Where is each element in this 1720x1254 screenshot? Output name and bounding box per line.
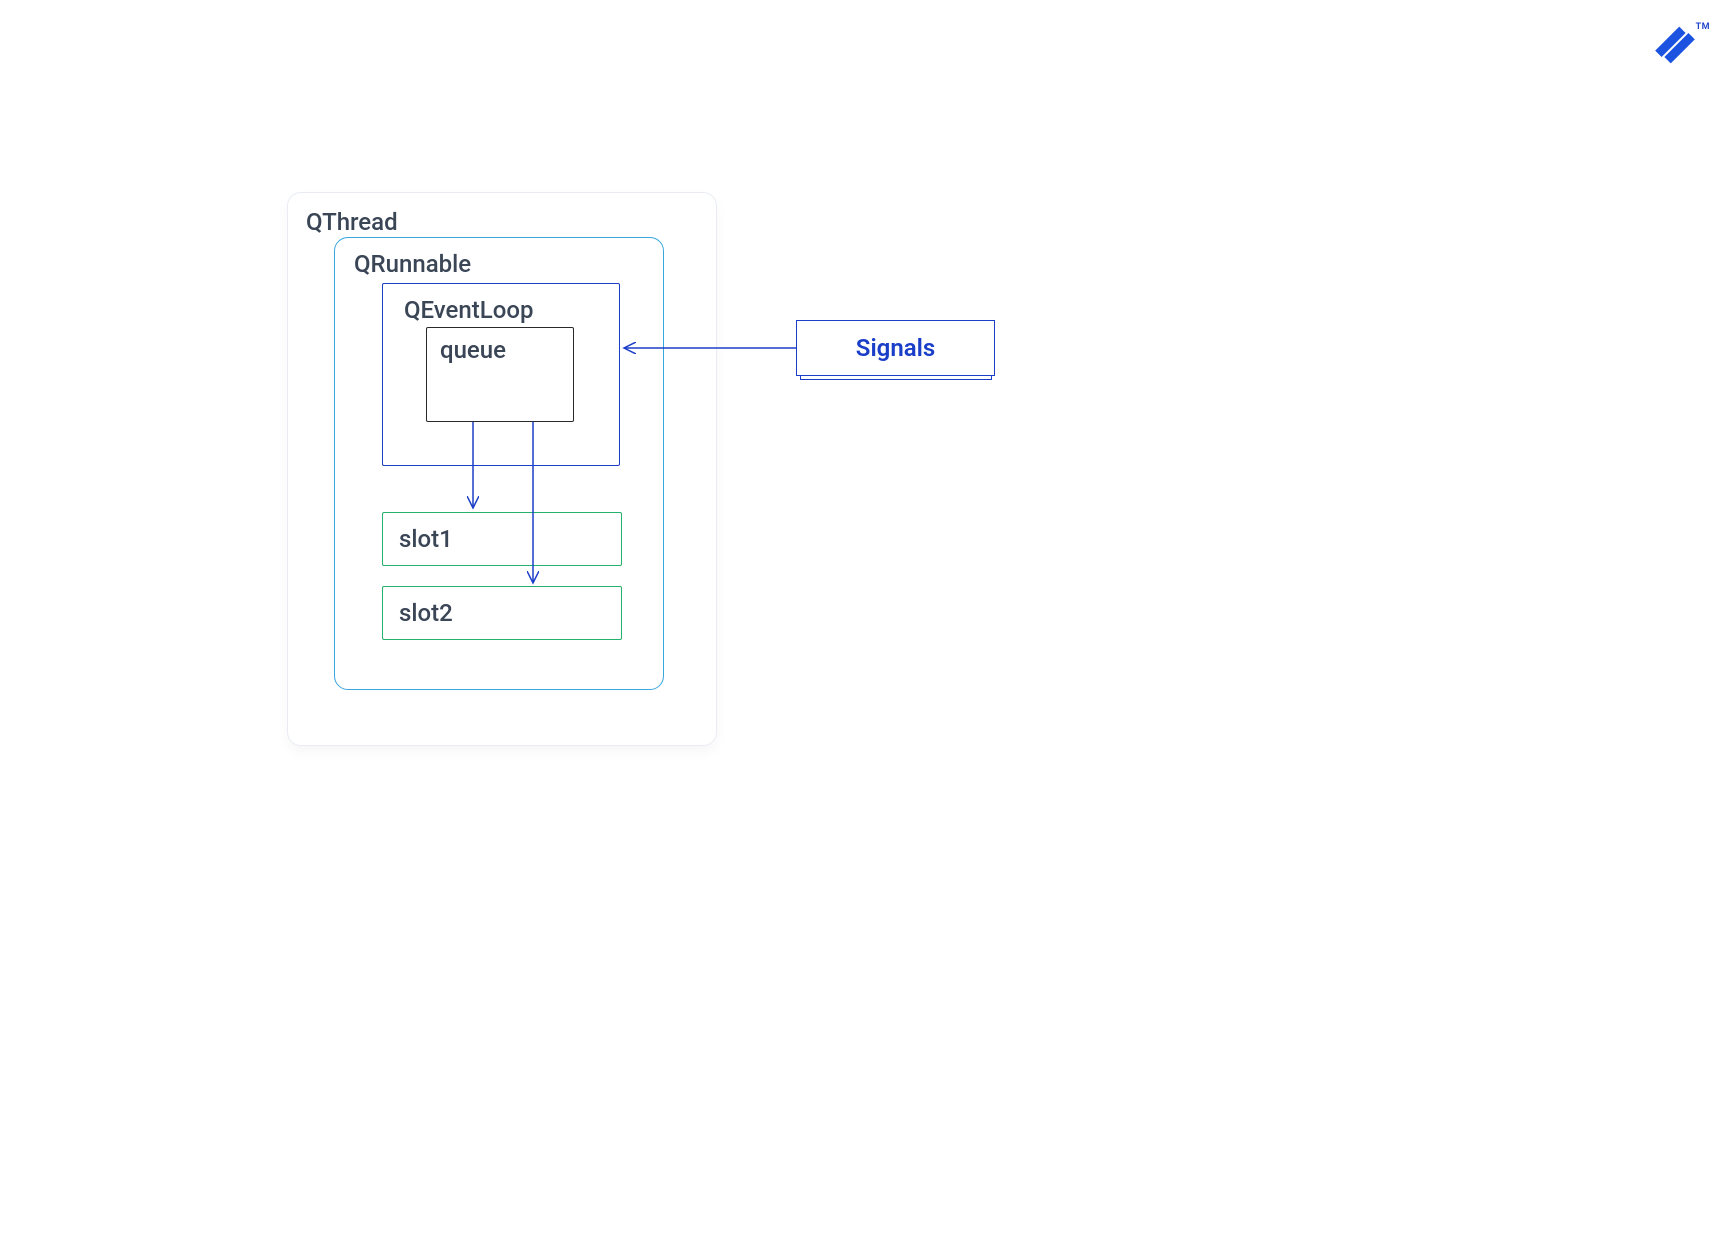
- slot1-label: slot1: [399, 525, 453, 553]
- queue-label: queue: [440, 336, 506, 364]
- trademark-label: TM: [1696, 22, 1710, 32]
- qeventloop-label: QEventLoop: [404, 296, 533, 324]
- slot2-label: slot2: [399, 599, 453, 627]
- slot1-box: slot1: [382, 512, 622, 566]
- toptal-logo-icon: [1650, 20, 1700, 70]
- slot2-box: slot2: [382, 586, 622, 640]
- qrunnable-label: QRunnable: [354, 250, 471, 278]
- signals-label: Signals: [856, 334, 935, 362]
- arrows-overlay: [0, 0, 1720, 1254]
- signals-box: Signals: [796, 320, 995, 376]
- qthread-label: QThread: [306, 208, 398, 236]
